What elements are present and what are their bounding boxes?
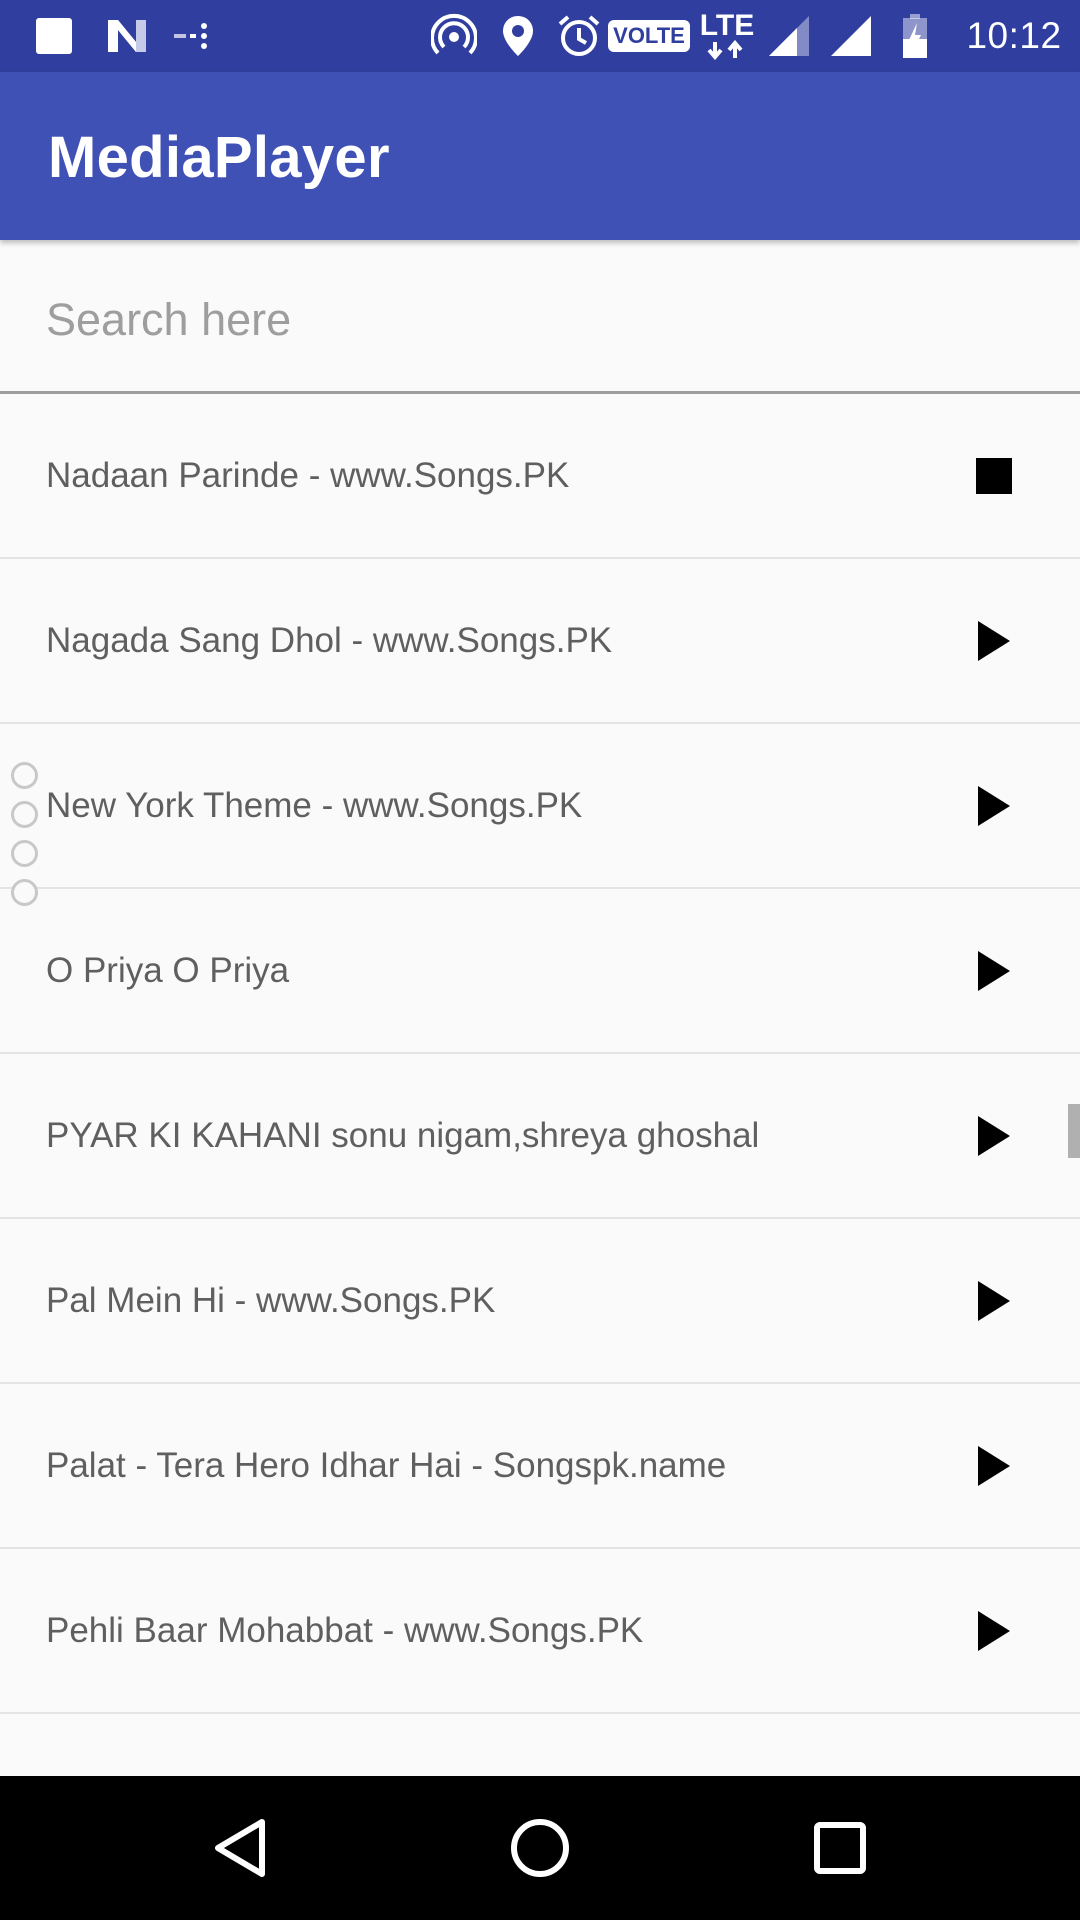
song-row[interactable]: PYAR KI KAHANI sonu nigam,shreya ghoshal xyxy=(0,1054,1080,1219)
n-icon xyxy=(102,0,152,72)
search-input[interactable] xyxy=(46,290,1026,350)
screen: VOLTE LTE 10:12 MediaPlayer Nadaan Parin… xyxy=(0,0,1080,1920)
notification-square-icon xyxy=(32,0,76,72)
song-title: Pal Mein Hi - www.Songs.PK xyxy=(46,1280,496,1320)
play-icon xyxy=(978,1115,1010,1156)
app-title: MediaPlayer xyxy=(48,125,390,190)
song-row[interactable]: O Priya O Priya xyxy=(0,889,1080,1054)
handle-dot xyxy=(11,801,38,828)
status-time: 10:12 xyxy=(966,15,1062,56)
play-button[interactable] xyxy=(962,1054,1026,1217)
play-icon xyxy=(978,1610,1010,1651)
song-row[interactable]: Pehli Baar Mohabbat - www.Songs.PK xyxy=(0,1549,1080,1714)
battery-charging-icon xyxy=(898,0,932,72)
song-title: Nadaan Parinde - www.Songs.PK xyxy=(46,455,570,495)
play-button[interactable] xyxy=(962,1219,1026,1382)
location-icon xyxy=(498,0,538,72)
play-icon xyxy=(978,1280,1010,1321)
song-row[interactable]: Nadaan Parinde - www.Songs.PK xyxy=(0,394,1080,559)
nav-bar xyxy=(0,1776,1080,1920)
back-button[interactable] xyxy=(168,1776,312,1920)
song-row[interactable]: Palat - Tera Hero Idhar Hai - Songspk.na… xyxy=(0,1384,1080,1549)
signal-icon xyxy=(766,0,812,72)
song-title: O Priya O Priya xyxy=(46,950,290,990)
song-title: Nagada Sang Dhol - www.Songs.PK xyxy=(46,620,613,660)
song-title: Pehli Baar Mohabbat - www.Songs.PK xyxy=(46,1610,644,1650)
song-list: Nadaan Parinde - www.Songs.PK Nagada San… xyxy=(0,394,1080,1879)
play-button[interactable] xyxy=(962,559,1026,722)
back-icon xyxy=(215,1819,265,1877)
song-row[interactable]: New York Theme - www.Songs.PK xyxy=(0,724,1080,889)
signal-icon xyxy=(828,0,874,72)
recents-icon xyxy=(814,1822,866,1874)
app-bar: MediaPlayer xyxy=(0,72,1080,240)
lte-icon: LTE xyxy=(698,0,756,72)
status-bar: VOLTE LTE 10:12 xyxy=(0,0,1080,72)
stop-icon xyxy=(976,457,1012,494)
volte-icon: VOLTE xyxy=(608,0,690,72)
handle-dot xyxy=(11,840,38,867)
song-title: New York Theme - www.Songs.PK xyxy=(46,785,583,825)
play-button[interactable] xyxy=(962,1549,1026,1712)
song-row[interactable]: Pal Mein Hi - www.Songs.PK xyxy=(0,1219,1080,1384)
cast-dots-icon xyxy=(172,0,212,72)
play-icon xyxy=(978,950,1010,991)
home-button[interactable] xyxy=(468,1776,612,1920)
play-button[interactable] xyxy=(962,1384,1026,1547)
lte-label: LTE xyxy=(699,9,755,42)
handle-dot xyxy=(11,879,38,906)
play-button[interactable] xyxy=(962,889,1026,1052)
hotspot-icon xyxy=(430,0,478,72)
drag-handle[interactable] xyxy=(11,762,39,910)
home-icon xyxy=(511,1819,569,1877)
scrollbar-thumb[interactable] xyxy=(1068,1104,1080,1158)
recents-button[interactable] xyxy=(768,1776,912,1920)
play-icon xyxy=(978,1445,1010,1486)
song-row[interactable]: Nagada Sang Dhol - www.Songs.PK xyxy=(0,559,1080,724)
stop-button[interactable] xyxy=(962,394,1026,557)
handle-dot xyxy=(11,762,38,789)
play-icon xyxy=(978,620,1010,661)
volte-label: VOLTE xyxy=(608,20,690,52)
song-title: PYAR KI KAHANI sonu nigam,shreya ghoshal xyxy=(46,1115,760,1155)
alarm-icon xyxy=(556,0,602,72)
clock: 10:12 xyxy=(960,0,1068,72)
song-title: Palat - Tera Hero Idhar Hai - Songspk.na… xyxy=(46,1445,727,1485)
play-icon xyxy=(978,785,1010,826)
search-box xyxy=(0,240,1080,394)
play-button[interactable] xyxy=(962,724,1026,887)
